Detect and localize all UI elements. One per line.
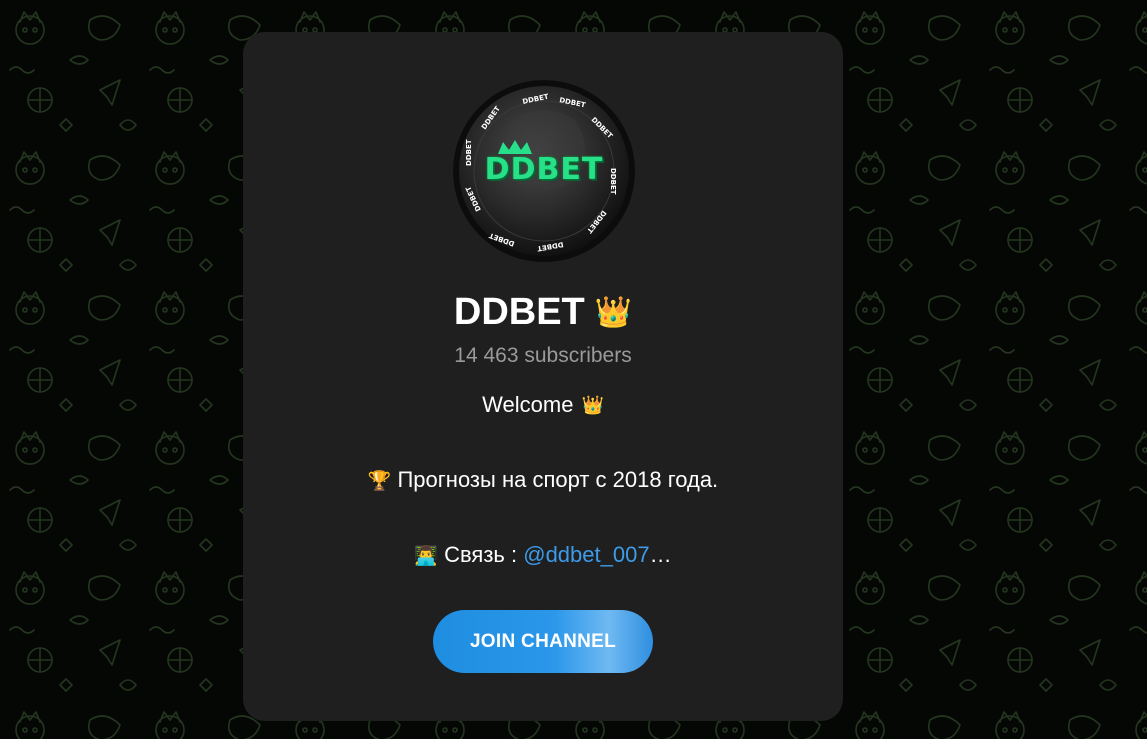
svg-text:DDBET: DDBET	[590, 116, 615, 141]
svg-text:DDBET: DDBET	[522, 93, 550, 106]
crown-icon: 👑	[594, 296, 633, 329]
welcome-text: Welcome	[482, 392, 574, 417]
contact-label: Связь :	[444, 542, 524, 567]
description-contact: 👨‍💻 Связь : @ddbet_007…	[243, 542, 843, 568]
svg-text:DDBET: DDBET	[585, 209, 608, 235]
channel-avatar: DDBET DDBET DDBET DDBET DDBET DDBET DDBE…	[453, 80, 635, 262]
channel-title: DDBET	[453, 291, 585, 333]
channel-title-row: DDBET 👑	[243, 290, 843, 335]
trophy-icon: 🏆	[367, 471, 392, 492]
crown-icon: 👑	[581, 395, 604, 415]
description-forecast: 🏆 Прогнозы на спорт с 2018 года.	[243, 467, 843, 493]
description-welcome: Welcome 👑	[243, 392, 843, 418]
channel-card: DDBET DDBET DDBET DDBET DDBET DDBET DDBE…	[243, 32, 843, 721]
subscriber-count: 14 463 subscribers	[454, 344, 632, 367]
svg-text:DDBET: DDBET	[536, 240, 564, 253]
contact-link[interactable]: @ddbet_007	[523, 542, 649, 567]
join-channel-button[interactable]: JOIN CHANNEL	[433, 610, 653, 673]
join-channel-label: JOIN CHANNEL	[469, 631, 617, 652]
forecast-text: Прогнозы на спорт с 2018 года.	[397, 467, 719, 492]
contact-ellipsis: …	[649, 542, 672, 567]
technologist-icon: 👨‍💻	[414, 546, 439, 567]
avatar-logo-text: DDBET	[484, 152, 604, 187]
